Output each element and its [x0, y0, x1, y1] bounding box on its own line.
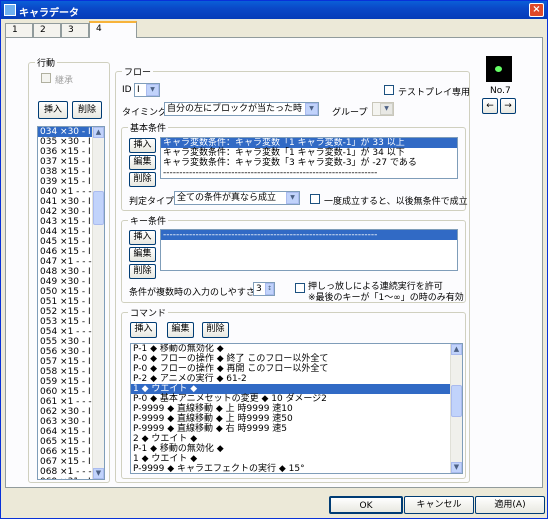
scroll-up-icon[interactable]: ▲	[93, 127, 104, 138]
judge-type-label: 判定タイプ	[129, 197, 175, 207]
inherit-checkbox[interactable]	[41, 73, 51, 83]
ease-value: 3	[256, 284, 262, 294]
action-insert-button[interactable]: 挿入	[38, 101, 68, 119]
timing-select[interactable]: 自分の左にブロックが当たった時 ▼	[164, 102, 319, 116]
tab-1[interactable]: 1	[5, 23, 33, 37]
command-edit-button[interactable]: 編集	[167, 322, 194, 338]
next-arrow-icon[interactable]: →	[500, 98, 516, 114]
command-row[interactable]: 2 ◆ ウエイト ◆	[131, 434, 462, 444]
command-insert-button[interactable]: 挿入	[130, 322, 157, 338]
preview-label: No.7	[490, 86, 511, 96]
basic-condition-row[interactable]: キャラ変数条件：キャラ変数「1 キャラ変数-1」が 33 以上	[161, 138, 457, 148]
cancel-button[interactable]: キャンセル	[404, 496, 474, 514]
tab-panel: 行動 継承 挿入 削除 034 ×30 - I 035 ×30 - I 036 ×1…	[5, 37, 543, 488]
command-row[interactable]: P-9999 ◆ キャラエフェクトの実行 ◆ 15°	[131, 464, 462, 473]
command-group: コマンド 挿入 編集 削除 P-1 ◆ 移動の無効化 ◆ P-0 ◆ フローの操作…	[121, 306, 466, 479]
spinner-arrows-icon[interactable]: ↕	[265, 283, 274, 295]
basic-edit-button[interactable]: 編集	[129, 155, 156, 170]
command-row[interactable]: P-0 ◆ フローの操作 ◆ 終了 このフロー以外全て	[131, 354, 462, 364]
key-conditions-group: キー条件 挿入 編集 削除 --------------------------…	[121, 214, 466, 303]
scroll-thumb[interactable]	[93, 191, 104, 225]
command-row[interactable]: 1 ◆ ウエイト ◆	[131, 384, 462, 394]
prev-arrow-icon[interactable]: ←	[482, 98, 498, 114]
tab-3[interactable]: 3	[61, 23, 89, 37]
key-insert-button[interactable]: 挿入	[129, 230, 156, 245]
testplay-label: テストプレイ専用	[398, 88, 471, 98]
basic-conditions-list[interactable]: キャラ変数条件：キャラ変数「1 キャラ変数-1」が 33 以上 キャラ変数条件：…	[160, 137, 458, 179]
app-icon	[4, 4, 16, 16]
hold-note: ※最後のキーが「1〜∞」の時のみ有効	[308, 293, 464, 303]
once-label: 一度成立すると、以後無条件で成立	[324, 197, 468, 207]
once-checkbox[interactable]	[310, 194, 320, 204]
ease-spinner[interactable]: 3 ↕	[253, 282, 275, 296]
command-row[interactable]: P-1 ◆ 移動の無効化 ◆	[131, 344, 462, 354]
testplay-checkbox[interactable]	[384, 85, 394, 95]
basic-group-title: 基本条件	[128, 121, 169, 134]
id-label: ID	[122, 85, 132, 95]
chevron-down-icon: ▼	[286, 192, 299, 204]
action-delete-button[interactable]: 削除	[72, 101, 102, 119]
key-delete-button[interactable]: 削除	[129, 264, 156, 279]
character-preview	[486, 56, 512, 82]
chevron-down-icon: ▼	[380, 103, 393, 115]
judge-type-value: 全ての条件が真なら成立	[177, 193, 277, 203]
command-row[interactable]: P-0 ◆ 基本アニメセットの変更 ◆ 10 ダメージ2	[131, 394, 462, 404]
character-sprite-icon	[495, 66, 502, 72]
command-row[interactable]: 1 ◆ ウエイト ◆	[131, 454, 462, 464]
command-delete-button[interactable]: 削除	[202, 322, 229, 338]
timing-label: タイミング	[122, 108, 168, 118]
scroll-down-icon[interactable]: ▼	[451, 462, 462, 473]
window-title: キャラデータ	[19, 8, 79, 19]
basic-insert-button[interactable]: 挿入	[129, 138, 156, 153]
hold-checkbox[interactable]	[295, 283, 305, 293]
action-scrollbar[interactable]: ▲ ▼	[92, 127, 104, 479]
chevron-down-icon: ▼	[146, 84, 159, 96]
key-edit-button[interactable]: 編集	[129, 247, 156, 262]
key-separator-row[interactable]: ----------------------------------------…	[161, 230, 457, 240]
basic-delete-button[interactable]: 削除	[129, 172, 156, 187]
id-select[interactable]: I ▼	[134, 83, 160, 97]
key-group-title: キー条件	[128, 214, 169, 227]
flow-group: フロー ID I ▼ テストプレイ専用 タイミング 自分の左にブロックが当たった…	[115, 65, 471, 483]
command-scrollbar[interactable]: ▲ ▼	[450, 344, 462, 473]
command-group-title: コマンド	[128, 306, 169, 319]
basic-condition-row[interactable]: キャラ変数条件：キャラ変数「3 キャラ変数-3」が -27 である	[161, 158, 457, 168]
dialog-window: キャラデータ × 1 2 3 4 行動 継承 挿入 削除 034 ×30 - I…	[0, 0, 548, 519]
chevron-down-icon: ▼	[305, 103, 318, 115]
group-label: グループ	[332, 108, 368, 118]
command-row[interactable]: P-9999 ◆ 直線移動 ◆ 右 時9999 速5	[131, 424, 462, 434]
action-group: 行動 継承 挿入 削除 034 ×30 - I 035 ×30 - I 036 ×1…	[28, 56, 110, 483]
scroll-down-icon[interactable]: ▼	[93, 468, 104, 479]
flow-group-title: フロー	[122, 65, 154, 78]
scroll-up-icon[interactable]: ▲	[451, 344, 462, 355]
close-button[interactable]: ×	[529, 3, 544, 17]
key-conditions-list[interactable]: ----------------------------------------…	[160, 229, 458, 271]
title-bar: キャラデータ ×	[1, 1, 547, 19]
id-value: I	[137, 85, 140, 95]
group-select[interactable]: ▼	[372, 102, 394, 116]
command-row[interactable]: P-9999 ◆ 直線移動 ◆ 上 時9999 速50	[131, 414, 462, 424]
tab-2[interactable]: 2	[33, 23, 61, 37]
scroll-thumb[interactable]	[451, 385, 462, 417]
inherit-label: 継承	[55, 76, 74, 86]
basic-condition-row[interactable]: キャラ変数条件：キャラ変数「1 キャラ変数-1」が 34 以下	[161, 148, 457, 158]
command-list[interactable]: P-1 ◆ 移動の無効化 ◆ P-0 ◆ フローの操作 ◆ 終了 このフロー以外全…	[130, 343, 463, 474]
judge-type-select[interactable]: 全ての条件が真なら成立 ▼	[174, 191, 300, 205]
command-row[interactable]: P-1 ◆ 移動の無効化 ◆	[131, 444, 462, 454]
timing-value: 自分の左にブロックが当たった時	[167, 104, 303, 114]
action-group-title: 行動	[35, 56, 58, 69]
tab-4[interactable]: 4	[89, 21, 137, 38]
command-row[interactable]: P-9999 ◆ 直線移動 ◆ 上 時9999 速10	[131, 404, 462, 414]
ok-button[interactable]: OK	[329, 496, 403, 514]
basic-separator-row[interactable]: ----------------------------------------…	[161, 168, 457, 178]
apply-button[interactable]: 適用(A)	[475, 496, 545, 514]
ease-label: 条件が複数時の入力のしやすさ	[129, 288, 255, 298]
basic-conditions-group: 基本条件 挿入 編集 削除 キャラ変数条件：キャラ変数「1 キャラ変数-1」が …	[121, 121, 468, 211]
command-rows: P-1 ◆ 移動の無効化 ◆ P-0 ◆ フローの操作 ◆ 終了 このフロー以外全…	[131, 344, 462, 473]
action-list[interactable]: 034 ×30 - I 035 ×30 - I 036 ×15 - I 037 ×15…	[37, 126, 105, 480]
command-row[interactable]: P-0 ◆ フローの操作 ◆ 再開 このフロー以外全て	[131, 364, 462, 374]
command-row[interactable]: P-2 ◆ アニメの実行 ◆ 61-2	[131, 374, 462, 384]
